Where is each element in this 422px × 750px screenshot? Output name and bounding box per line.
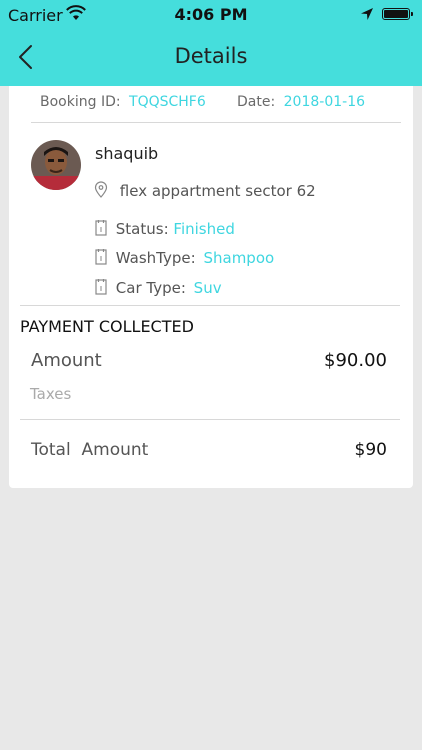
booking-id-label: Booking ID: xyxy=(40,94,121,110)
divider xyxy=(20,305,400,306)
calendar-icon xyxy=(94,248,108,266)
amount-value: $90.00 xyxy=(324,350,387,371)
cartype-value: Suv xyxy=(193,279,222,297)
taxes-label: Taxes xyxy=(30,385,72,403)
date-label: Date: xyxy=(237,94,276,110)
divider xyxy=(20,419,400,420)
amount-label: Amount xyxy=(31,350,102,371)
washtype-value: Shampoo xyxy=(203,249,275,267)
washtype-row: WashType: Shampoo xyxy=(94,248,274,267)
booking-details-card: Booking ID: TQQSCHF6 Date: 2018-01-16 sh… xyxy=(9,86,413,488)
location-pin-icon xyxy=(94,181,108,199)
status-row: Status: Finished xyxy=(94,219,235,238)
payment-section-title: PAYMENT COLLECTED xyxy=(20,317,194,336)
battery-icon xyxy=(382,8,413,20)
booking-id-value: TQQSCHF6 xyxy=(129,94,206,110)
booking-id-row: Booking ID: TQQSCHF6 xyxy=(40,94,206,110)
date-value: 2018-01-16 xyxy=(283,94,366,110)
status-time: 4:06 PM xyxy=(174,5,248,24)
divider xyxy=(31,122,401,123)
avatar xyxy=(31,140,81,190)
header-bar: Carrier 4:06 PM Details xyxy=(0,0,422,86)
calendar-icon xyxy=(94,278,108,296)
page-title: Details xyxy=(174,44,248,68)
cartype-row: Car Type: Suv xyxy=(94,278,222,297)
location-arrow-icon xyxy=(360,6,374,20)
total-amount-value: $90 xyxy=(354,440,387,460)
status-label: Status: xyxy=(115,220,169,238)
washtype-label: WashType: xyxy=(115,249,196,267)
total-amount-label: Total Amount xyxy=(31,440,149,460)
booking-date-row: Date: 2018-01-16 xyxy=(237,94,365,110)
status-value: Finished xyxy=(173,220,235,238)
status-bar: Carrier 4:06 PM xyxy=(0,0,422,30)
address-text: flex appartment sector 62 xyxy=(119,182,316,200)
user-name: shaquib xyxy=(95,144,159,163)
address-row: flex appartment sector 62 xyxy=(94,181,316,200)
cartype-label: Car Type: xyxy=(115,279,186,297)
calendar-icon xyxy=(94,219,108,237)
